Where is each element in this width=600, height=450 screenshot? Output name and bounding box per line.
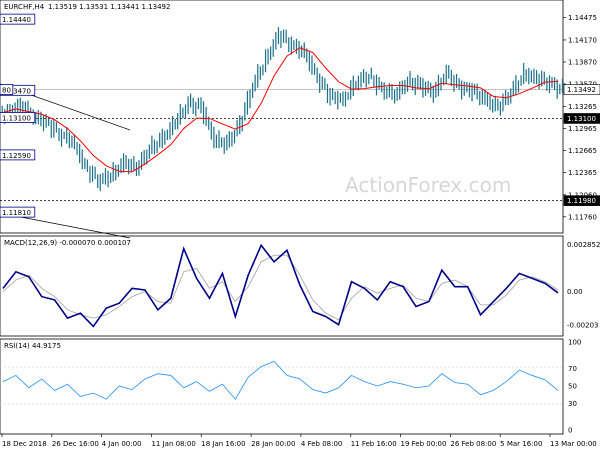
- annotation-label: 1.11810: [2, 209, 31, 217]
- rsi-tick-label: 50: [568, 383, 577, 391]
- macd-tick-label: 0.002852: [567, 241, 600, 249]
- price-tick-label: 1.14475: [568, 14, 597, 22]
- macd-axis: 0.002852 0.00 -0.00203: [567, 241, 600, 330]
- price-axis: 1.144751.141701.138701.135701.132651.129…: [563, 14, 600, 221]
- ohlc-label: 1.13519 1.13531 1.13441 1.13492: [48, 3, 170, 11]
- time-tick-label: 19 Feb 00:00: [401, 440, 447, 448]
- time-tick-label: 11 Feb 16:00: [351, 440, 397, 448]
- time-tick-label: 4 Feb 08:00: [301, 440, 342, 448]
- time-tick-label: 13 Mar 00:00: [550, 440, 597, 448]
- price-marker-label: 1.13100: [567, 115, 596, 123]
- price-tick-label: 1.11760: [568, 213, 597, 221]
- chart-figure: ActionForex.com EURCHF,H4 1.13519 1.1353…: [0, 0, 600, 448]
- price-marker-label: 1.11980: [567, 197, 596, 205]
- symbol-label: EURCHF,H4: [4, 3, 45, 11]
- rsi-tick-label: 100: [568, 339, 581, 347]
- rsi-tick-label: 30: [568, 400, 577, 408]
- watermark: ActionForex.com: [345, 173, 511, 197]
- macd-panel-frame: [0, 235, 564, 337]
- annotation-label: 1.14440: [2, 16, 31, 24]
- rsi-axis: 100 70 50 30 0: [568, 339, 581, 435]
- price-tick-label: 1.14170: [568, 36, 597, 44]
- time-tick-label: 4 Jan 00:00: [102, 440, 142, 448]
- rsi-tick-label: 70: [568, 365, 577, 373]
- macd-tick-label: -0.00203: [567, 322, 598, 330]
- rsi-tick-label: 0: [568, 427, 572, 435]
- price-tick-label: 1.13870: [568, 58, 597, 66]
- time-tick-label: 18 Dec 2018: [2, 440, 47, 448]
- time-tick-label: 28 Jan 00:00: [251, 440, 295, 448]
- macd-title: MACD(12,26,9) -0.000070 0.000107: [4, 239, 131, 247]
- price-tick-label: 1.12365: [568, 169, 597, 177]
- time-axis: 18 Dec 2018 26 Dec 16:00 4 Jan 00:00 11 Jan…: [1, 434, 597, 448]
- price-tick-label: 1.13265: [568, 103, 597, 111]
- time-tick-label: 5 Mar 16:00: [500, 440, 542, 448]
- annotation-label: 1.13100: [2, 114, 31, 122]
- time-tick-label: 18 Jan 16:00: [201, 440, 245, 448]
- time-tick-label: 26 Dec 16:00: [52, 440, 99, 448]
- price-tick-label: 1.12965: [568, 125, 597, 133]
- price-tick-label: 1.12665: [568, 147, 597, 155]
- price-marker-label: 1.13492: [567, 86, 596, 94]
- rsi-title: RSI(14) 44.9175: [4, 342, 61, 350]
- time-tick-label: 11 Jan 08:00: [151, 440, 195, 448]
- rsi-panel-frame: [0, 338, 564, 435]
- macd-tick-label: 0.00: [567, 288, 583, 296]
- annotation-label: 1.12590: [2, 152, 31, 160]
- time-tick-label: 26 Feb 08:00: [450, 440, 496, 448]
- annotation-label: 80: [2, 87, 11, 95]
